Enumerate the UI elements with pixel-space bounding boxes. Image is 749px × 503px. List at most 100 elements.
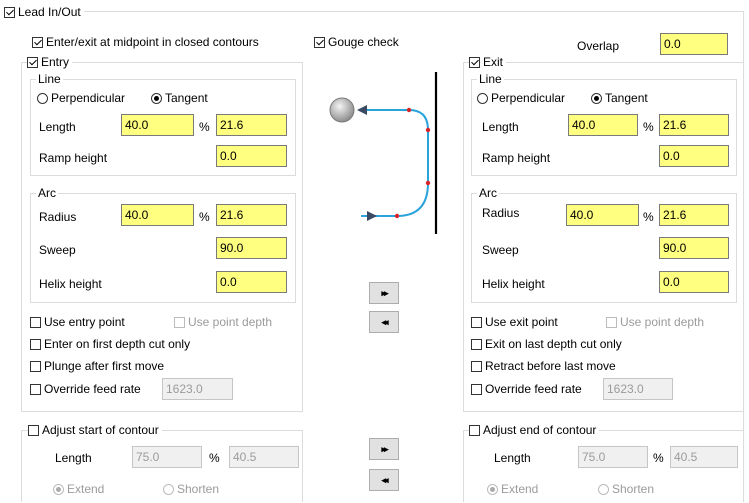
- exit-radius-pct-input[interactable]: 40.0: [566, 204, 639, 226]
- exit-length-pct-input[interactable]: 40.0: [568, 114, 638, 136]
- entry-override-feed-input[interactable]: 1623.0: [162, 378, 233, 400]
- adjust-end-shorten-radio[interactable]: Shorten: [598, 482, 654, 496]
- entry-length-label: Length: [39, 120, 76, 134]
- checkbox-box[interactable]: [32, 36, 43, 48]
- retract-label: Retract before last move: [485, 359, 616, 373]
- entry-path: [361, 182, 429, 217]
- exit-line-title: Line: [477, 72, 504, 86]
- entry-radius-pct-input[interactable]: 40.0: [121, 204, 194, 226]
- entry-use-point-depth-checkbox[interactable]: Use point depth: [174, 315, 272, 329]
- adjust-end-checkbox[interactable]: Adjust end of contour: [469, 423, 600, 437]
- exit-sweep-label: Sweep: [482, 243, 519, 257]
- checkbox-box[interactable]: [4, 6, 15, 18]
- lead-in-out-checkbox[interactable]: Lead In/Out: [4, 5, 84, 19]
- radio-dot[interactable]: [598, 483, 609, 495]
- adjust-end-length-label: Length: [494, 451, 531, 465]
- exit-override-feed-input[interactable]: 1623.0: [603, 378, 673, 400]
- exit-label: Exit: [483, 55, 504, 69]
- entry-tangent-radio[interactable]: Tangent: [151, 91, 208, 105]
- copy-exit-to-entry-button[interactable]: ◂◂: [369, 311, 399, 333]
- copy-entry-to-exit-button[interactable]: ▸▸: [369, 282, 399, 304]
- exit-checkbox[interactable]: Exit: [469, 55, 507, 69]
- entry-override-feed-checkbox[interactable]: Override feed rate: [30, 382, 141, 396]
- radio-label: Extend: [67, 482, 105, 496]
- entry-label: Entry: [41, 55, 70, 69]
- exit-override-feed-checkbox[interactable]: Override feed rate: [471, 382, 582, 396]
- marker-dot: [406, 107, 412, 113]
- percent-symbol: %: [643, 120, 654, 134]
- entry-helix-height-input[interactable]: 0.0: [216, 271, 287, 293]
- entry-checkbox[interactable]: Entry: [27, 55, 73, 69]
- overlap-label: Overlap: [577, 39, 620, 53]
- checkbox-box[interactable]: [30, 338, 41, 350]
- checkbox-box[interactable]: [30, 360, 41, 372]
- percent-symbol: %: [199, 120, 210, 134]
- exit-use-point-depth-checkbox[interactable]: Use point depth: [606, 315, 704, 329]
- checkbox-box[interactable]: [469, 56, 480, 68]
- marker-dot: [394, 213, 400, 219]
- exit-arc-title: Arc: [477, 186, 499, 200]
- retract-before-last-move-checkbox[interactable]: Retract before last move: [471, 359, 616, 373]
- checkbox-box[interactable]: [606, 316, 617, 328]
- exit-length-input[interactable]: 21.6: [659, 114, 729, 136]
- exit-radius-input[interactable]: 21.6: [659, 204, 729, 226]
- checkbox-box[interactable]: [471, 383, 482, 395]
- exit-perpendicular-radio[interactable]: Perpendicular: [477, 91, 565, 105]
- adjust-start-extend-radio[interactable]: Extend: [53, 482, 104, 496]
- midpoint-checkbox[interactable]: Enter/exit at midpoint in closed contour…: [32, 35, 259, 49]
- adjust-end-length-input[interactable]: 40.5: [670, 446, 738, 468]
- plunge-label: Plunge after first move: [44, 359, 165, 373]
- radio-label: Perpendicular: [491, 91, 566, 105]
- copy-end-to-start-button[interactable]: ◂◂: [369, 469, 399, 491]
- use-entry-point-checkbox[interactable]: Use entry point: [30, 315, 125, 329]
- entry-sweep-input[interactable]: 90.0: [216, 237, 287, 259]
- checkbox-box[interactable]: [174, 316, 185, 328]
- adjust-end-extend-radio[interactable]: Extend: [487, 482, 538, 496]
- checkbox-box[interactable]: [30, 383, 41, 395]
- entry-helix-height-label: Helix height: [39, 277, 102, 291]
- use-exit-point-checkbox[interactable]: Use exit point: [471, 315, 558, 329]
- entry-ramp-height-input[interactable]: 0.0: [216, 145, 287, 167]
- entry-perpendicular-radio[interactable]: Perpendicular: [37, 91, 125, 105]
- entry-length-pct-input[interactable]: 40.0: [121, 114, 194, 136]
- radio-dot[interactable]: [477, 92, 488, 104]
- tool-icon: [329, 97, 355, 123]
- exit-ramp-height-input[interactable]: 0.0: [659, 145, 729, 167]
- checkbox-box[interactable]: [314, 36, 325, 48]
- adjust-start-shorten-radio[interactable]: Shorten: [163, 482, 219, 496]
- entry-radius-input[interactable]: 21.6: [216, 204, 287, 226]
- overlap-input[interactable]: 0.0: [660, 33, 728, 55]
- checkbox-box[interactable]: [469, 424, 480, 436]
- exit-radius-label: Radius: [482, 206, 520, 220]
- checkbox-box[interactable]: [471, 316, 482, 328]
- adjust-end-length-pct-input[interactable]: 75.0: [578, 446, 648, 468]
- radio-dot[interactable]: [53, 483, 64, 495]
- adjust-start-checkbox[interactable]: Adjust start of contour: [28, 423, 162, 437]
- checkbox-box[interactable]: [30, 316, 41, 328]
- gouge-check-checkbox[interactable]: Gouge check: [314, 35, 399, 49]
- entry-length-input[interactable]: 21.6: [216, 114, 287, 136]
- exit-tangent-radio[interactable]: Tangent: [591, 91, 648, 105]
- copy-start-to-end-button[interactable]: ▸▸: [369, 438, 399, 460]
- checkbox-box[interactable]: [471, 360, 482, 372]
- exit-sweep-input[interactable]: 90.0: [659, 237, 729, 259]
- radio-dot[interactable]: [37, 92, 48, 104]
- checkbox-box[interactable]: [471, 338, 482, 350]
- radio-dot[interactable]: [487, 483, 498, 495]
- marker-dot: [425, 180, 431, 186]
- use-point-depth-label: Use point depth: [620, 315, 705, 329]
- exit-last-depth-checkbox[interactable]: Exit on last depth cut only: [471, 337, 622, 351]
- exit-helix-height-input[interactable]: 0.0: [659, 271, 729, 293]
- entry-arc-title: Arc: [36, 186, 58, 200]
- exit-helix-height-label: Helix height: [482, 277, 545, 291]
- plunge-after-first-move-checkbox[interactable]: Plunge after first move: [30, 359, 164, 373]
- radio-dot[interactable]: [163, 483, 174, 495]
- enter-first-depth-checkbox[interactable]: Enter on first depth cut only: [30, 337, 190, 351]
- adjust-start-length-pct-input[interactable]: 75.0: [132, 446, 202, 468]
- radio-dot[interactable]: [591, 92, 602, 104]
- radio-dot[interactable]: [151, 92, 162, 104]
- marker-dot: [425, 127, 431, 133]
- checkbox-box[interactable]: [27, 56, 38, 68]
- adjust-start-length-input[interactable]: 40.5: [229, 446, 299, 468]
- checkbox-box[interactable]: [28, 424, 39, 436]
